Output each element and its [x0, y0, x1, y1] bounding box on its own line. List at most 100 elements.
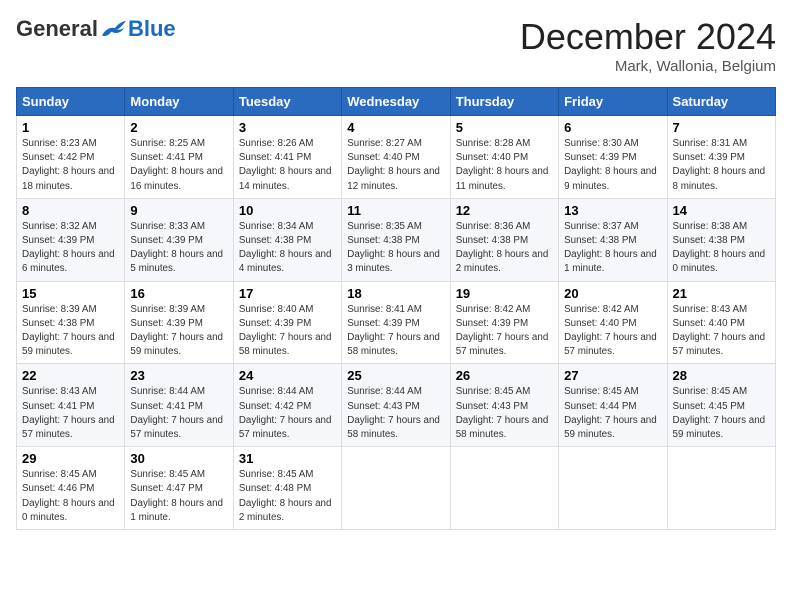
day-number: 18 — [347, 286, 444, 301]
calendar-week-row: 22 Sunrise: 8:43 AM Sunset: 4:41 PM Dayl… — [17, 364, 776, 447]
page-header: General Blue December 2024 Mark, Walloni… — [16, 16, 776, 75]
calendar-cell: 25 Sunrise: 8:44 AM Sunset: 4:43 PM Dayl… — [342, 364, 450, 447]
calendar-day-header: Thursday — [450, 88, 558, 116]
calendar-cell: 17 Sunrise: 8:40 AM Sunset: 4:39 PM Dayl… — [233, 281, 341, 364]
day-number: 9 — [130, 203, 227, 218]
day-number: 3 — [239, 120, 336, 135]
calendar-cell: 11 Sunrise: 8:35 AM Sunset: 4:38 PM Dayl… — [342, 198, 450, 281]
calendar-table: SundayMondayTuesdayWednesdayThursdayFrid… — [16, 87, 776, 530]
day-number: 15 — [22, 286, 119, 301]
day-number: 27 — [564, 368, 661, 383]
day-number: 25 — [347, 368, 444, 383]
calendar-cell: 1 Sunrise: 8:23 AM Sunset: 4:42 PM Dayli… — [17, 116, 125, 199]
day-info: Sunrise: 8:33 AM Sunset: 4:39 PM Dayligh… — [130, 220, 227, 277]
calendar-cell — [450, 447, 558, 530]
logo-general: General — [16, 16, 98, 42]
calendar-day-header: Friday — [559, 88, 667, 116]
month-title: December 2024 — [520, 16, 776, 58]
day-info: Sunrise: 8:38 AM Sunset: 4:38 PM Dayligh… — [673, 220, 770, 277]
day-info: Sunrise: 8:37 AM Sunset: 4:38 PM Dayligh… — [564, 220, 661, 277]
calendar-cell: 31 Sunrise: 8:45 AM Sunset: 4:48 PM Dayl… — [233, 447, 341, 530]
calendar-cell: 2 Sunrise: 8:25 AM Sunset: 4:41 PM Dayli… — [125, 116, 233, 199]
day-info: Sunrise: 8:44 AM Sunset: 4:41 PM Dayligh… — [130, 385, 227, 442]
day-info: Sunrise: 8:36 AM Sunset: 4:38 PM Dayligh… — [456, 220, 553, 277]
day-number: 10 — [239, 203, 336, 218]
day-info: Sunrise: 8:34 AM Sunset: 4:38 PM Dayligh… — [239, 220, 336, 277]
calendar-day-header: Tuesday — [233, 88, 341, 116]
day-number: 20 — [564, 286, 661, 301]
day-number: 12 — [456, 203, 553, 218]
day-info: Sunrise: 8:45 AM Sunset: 4:48 PM Dayligh… — [239, 468, 336, 525]
day-info: Sunrise: 8:32 AM Sunset: 4:39 PM Dayligh… — [22, 220, 119, 277]
calendar-week-row: 29 Sunrise: 8:45 AM Sunset: 4:46 PM Dayl… — [17, 447, 776, 530]
calendar-cell: 19 Sunrise: 8:42 AM Sunset: 4:39 PM Dayl… — [450, 281, 558, 364]
day-info: Sunrise: 8:28 AM Sunset: 4:40 PM Dayligh… — [456, 137, 553, 194]
day-number: 13 — [564, 203, 661, 218]
day-info: Sunrise: 8:39 AM Sunset: 4:39 PM Dayligh… — [130, 303, 227, 360]
day-info: Sunrise: 8:23 AM Sunset: 4:42 PM Dayligh… — [22, 137, 119, 194]
calendar-header-row: SundayMondayTuesdayWednesdayThursdayFrid… — [17, 88, 776, 116]
day-info: Sunrise: 8:45 AM Sunset: 4:43 PM Dayligh… — [456, 385, 553, 442]
day-info: Sunrise: 8:42 AM Sunset: 4:40 PM Dayligh… — [564, 303, 661, 360]
day-number: 16 — [130, 286, 227, 301]
day-number: 8 — [22, 203, 119, 218]
day-number: 17 — [239, 286, 336, 301]
calendar-cell — [559, 447, 667, 530]
calendar-cell: 15 Sunrise: 8:39 AM Sunset: 4:38 PM Dayl… — [17, 281, 125, 364]
calendar-cell: 3 Sunrise: 8:26 AM Sunset: 4:41 PM Dayli… — [233, 116, 341, 199]
day-info: Sunrise: 8:26 AM Sunset: 4:41 PM Dayligh… — [239, 137, 336, 194]
logo-bird-icon — [100, 18, 128, 40]
calendar-week-row: 15 Sunrise: 8:39 AM Sunset: 4:38 PM Dayl… — [17, 281, 776, 364]
day-info: Sunrise: 8:45 AM Sunset: 4:44 PM Dayligh… — [564, 385, 661, 442]
day-number: 23 — [130, 368, 227, 383]
calendar-cell: 30 Sunrise: 8:45 AM Sunset: 4:47 PM Dayl… — [125, 447, 233, 530]
calendar-cell: 13 Sunrise: 8:37 AM Sunset: 4:38 PM Dayl… — [559, 198, 667, 281]
day-info: Sunrise: 8:43 AM Sunset: 4:41 PM Dayligh… — [22, 385, 119, 442]
calendar-cell: 26 Sunrise: 8:45 AM Sunset: 4:43 PM Dayl… — [450, 364, 558, 447]
calendar-cell: 24 Sunrise: 8:44 AM Sunset: 4:42 PM Dayl… — [233, 364, 341, 447]
calendar-week-row: 1 Sunrise: 8:23 AM Sunset: 4:42 PM Dayli… — [17, 116, 776, 199]
day-info: Sunrise: 8:44 AM Sunset: 4:42 PM Dayligh… — [239, 385, 336, 442]
calendar-cell: 27 Sunrise: 8:45 AM Sunset: 4:44 PM Dayl… — [559, 364, 667, 447]
day-number: 31 — [239, 451, 336, 466]
day-info: Sunrise: 8:45 AM Sunset: 4:47 PM Dayligh… — [130, 468, 227, 525]
calendar-cell: 6 Sunrise: 8:30 AM Sunset: 4:39 PM Dayli… — [559, 116, 667, 199]
calendar-cell: 23 Sunrise: 8:44 AM Sunset: 4:41 PM Dayl… — [125, 364, 233, 447]
location: Mark, Wallonia, Belgium — [520, 58, 776, 75]
day-info: Sunrise: 8:44 AM Sunset: 4:43 PM Dayligh… — [347, 385, 444, 442]
calendar-cell: 18 Sunrise: 8:41 AM Sunset: 4:39 PM Dayl… — [342, 281, 450, 364]
day-number: 4 — [347, 120, 444, 135]
day-number: 5 — [456, 120, 553, 135]
logo-blue: Blue — [128, 16, 176, 42]
calendar-week-row: 8 Sunrise: 8:32 AM Sunset: 4:39 PM Dayli… — [17, 198, 776, 281]
calendar-cell: 7 Sunrise: 8:31 AM Sunset: 4:39 PM Dayli… — [667, 116, 775, 199]
calendar-cell: 16 Sunrise: 8:39 AM Sunset: 4:39 PM Dayl… — [125, 281, 233, 364]
calendar-cell: 4 Sunrise: 8:27 AM Sunset: 4:40 PM Dayli… — [342, 116, 450, 199]
calendar-cell: 9 Sunrise: 8:33 AM Sunset: 4:39 PM Dayli… — [125, 198, 233, 281]
calendar-cell: 21 Sunrise: 8:43 AM Sunset: 4:40 PM Dayl… — [667, 281, 775, 364]
day-number: 21 — [673, 286, 770, 301]
day-info: Sunrise: 8:43 AM Sunset: 4:40 PM Dayligh… — [673, 303, 770, 360]
calendar-cell: 14 Sunrise: 8:38 AM Sunset: 4:38 PM Dayl… — [667, 198, 775, 281]
day-info: Sunrise: 8:35 AM Sunset: 4:38 PM Dayligh… — [347, 220, 444, 277]
calendar-cell: 20 Sunrise: 8:42 AM Sunset: 4:40 PM Dayl… — [559, 281, 667, 364]
day-number: 26 — [456, 368, 553, 383]
calendar-cell: 5 Sunrise: 8:28 AM Sunset: 4:40 PM Dayli… — [450, 116, 558, 199]
calendar-cell — [342, 447, 450, 530]
logo: General Blue — [16, 16, 176, 42]
day-info: Sunrise: 8:40 AM Sunset: 4:39 PM Dayligh… — [239, 303, 336, 360]
day-info: Sunrise: 8:45 AM Sunset: 4:46 PM Dayligh… — [22, 468, 119, 525]
day-info: Sunrise: 8:42 AM Sunset: 4:39 PM Dayligh… — [456, 303, 553, 360]
day-number: 22 — [22, 368, 119, 383]
day-info: Sunrise: 8:30 AM Sunset: 4:39 PM Dayligh… — [564, 137, 661, 194]
calendar-day-header: Sunday — [17, 88, 125, 116]
day-number: 24 — [239, 368, 336, 383]
day-info: Sunrise: 8:45 AM Sunset: 4:45 PM Dayligh… — [673, 385, 770, 442]
calendar-cell: 10 Sunrise: 8:34 AM Sunset: 4:38 PM Dayl… — [233, 198, 341, 281]
day-number: 30 — [130, 451, 227, 466]
day-number: 6 — [564, 120, 661, 135]
calendar-cell — [667, 447, 775, 530]
day-number: 2 — [130, 120, 227, 135]
day-info: Sunrise: 8:25 AM Sunset: 4:41 PM Dayligh… — [130, 137, 227, 194]
calendar-day-header: Wednesday — [342, 88, 450, 116]
